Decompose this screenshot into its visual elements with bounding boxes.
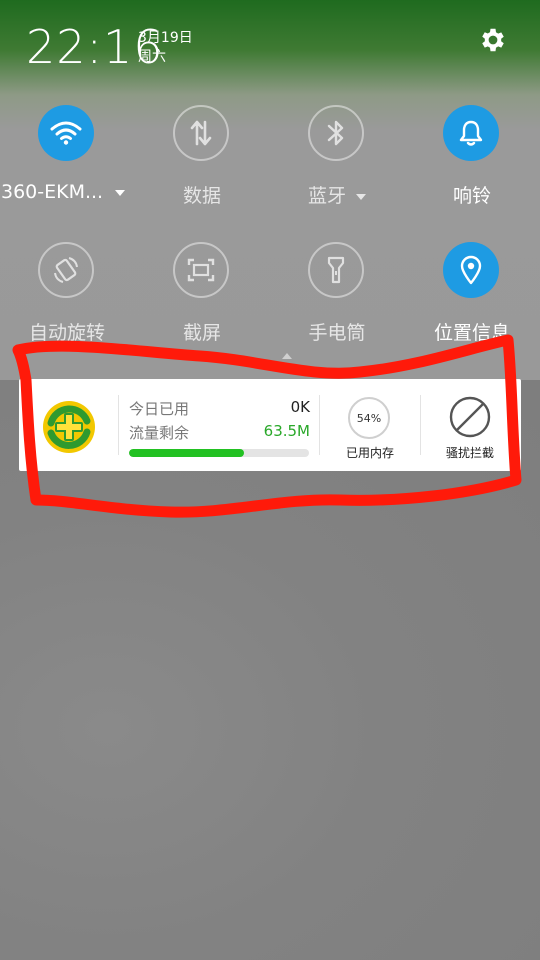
divider: [319, 395, 320, 455]
divider: [420, 395, 421, 455]
tile-label: 360-EKM...: [1, 181, 126, 203]
tile-wifi[interactable]: 360-EKM...: [1, 105, 127, 215]
screenshot-icon: [173, 242, 229, 298]
memory-usage-label: 已用内存: [345, 446, 394, 460]
tile-location[interactable]: 位置信息: [412, 242, 532, 352]
tile-label: 自动旋转: [28, 322, 105, 344]
block-icon[interactable]: [448, 395, 492, 439]
tile-label: 数据: [182, 185, 221, 207]
dropdown-arrow-icon[interactable]: [115, 189, 126, 196]
data-remaining-bar-fill: [129, 449, 245, 457]
memory-usage-circle[interactable]: 54%: [348, 397, 390, 439]
tile-label: 截屏: [182, 322, 221, 344]
data-remaining-value: 63.5M: [263, 422, 310, 440]
today-used-label: 今日已用: [129, 400, 190, 418]
bell-icon: [443, 105, 499, 161]
tile-flashlight[interactable]: 手电筒: [277, 242, 397, 352]
today-used-value: 0K: [290, 398, 310, 416]
gear-icon[interactable]: [478, 25, 508, 55]
bluetooth-label: 蓝牙: [307, 185, 346, 207]
weekday-text: 周六: [138, 49, 166, 65]
mobile-data-icon: [173, 105, 229, 161]
status-header: 22:16 3月19日 周六: [0, 0, 540, 90]
tile-label: 位置信息: [433, 322, 510, 344]
wifi-icon: [38, 105, 94, 161]
auto-rotate-icon: [38, 242, 94, 298]
harassment-block-label: 骚扰拦截: [445, 446, 494, 460]
flashlight-icon: [308, 242, 364, 298]
data-remaining-bar: [129, 449, 309, 457]
tile-auto-rotate[interactable]: 自动旋转: [7, 242, 127, 352]
tile-bluetooth[interactable]: 蓝牙: [277, 105, 397, 215]
bluetooth-icon: [308, 105, 364, 161]
drag-handle-icon[interactable]: [282, 353, 292, 359]
wifi-network-name: 360-EKM...: [1, 181, 104, 203]
dropdown-arrow-icon[interactable]: [356, 193, 367, 200]
360-security-logo-icon[interactable]: [41, 399, 97, 455]
tile-label: 手电筒: [308, 322, 366, 344]
location-icon: [443, 242, 499, 298]
tile-label: 蓝牙: [277, 181, 397, 208]
360-widget-card[interactable]: 今日已用 0K 流量剩余 63.5M 54% 已用内存 骚扰拦截: [19, 379, 521, 471]
tile-screenshot[interactable]: 截屏: [142, 242, 262, 352]
date-text[interactable]: 3月19日: [138, 27, 193, 47]
divider: [118, 395, 119, 455]
tile-mobile-data[interactable]: 数据: [142, 105, 262, 215]
tile-ringer[interactable]: 响铃: [412, 105, 532, 215]
tile-label: 响铃: [452, 185, 491, 207]
data-remaining-label: 流量剩余: [129, 424, 190, 442]
